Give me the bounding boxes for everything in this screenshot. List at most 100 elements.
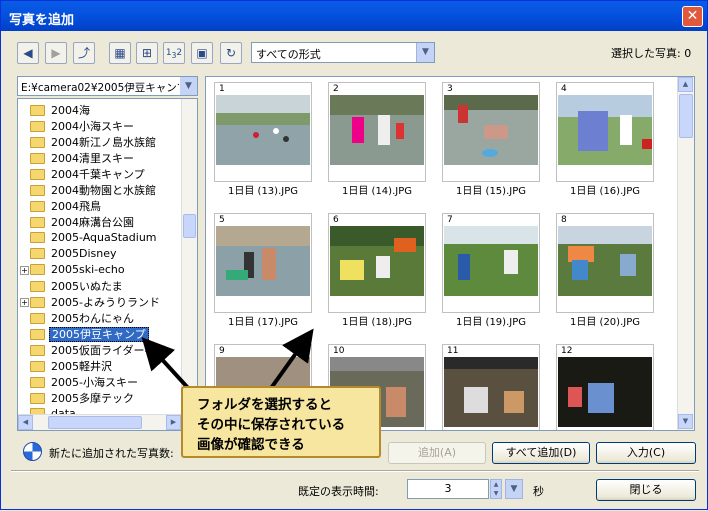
tree-item[interactable]: 2005いぬたま <box>30 278 125 294</box>
photo-number: 12 <box>561 346 573 356</box>
scrollbar-thumb[interactable] <box>48 416 142 429</box>
folder-icon <box>30 280 45 292</box>
view-list-icon[interactable]: ▦ <box>109 42 131 64</box>
photo-thumbnail[interactable]: 11 <box>442 344 540 430</box>
refresh-icon[interactable]: ↻ <box>220 42 242 64</box>
thumbnail-view-icon[interactable]: ▣ <box>191 42 213 64</box>
tree-item-label: 2005-よみうりランド <box>51 296 160 309</box>
duration-stepper[interactable]: ▲ ▼ <box>490 479 502 499</box>
scroll-down-icon[interactable]: ▼ <box>678 414 693 429</box>
add-photos-dialog: 写真を追加 ✕ ◀ ▶ ⤴ ▦ ⊞ 132 ▣ ↻ すべての形式 ▼ 選択した写… <box>0 0 708 510</box>
tree-item[interactable]: 2005Disney <box>30 246 119 262</box>
new-count-label: 新たに追加された写真数: <box>49 447 174 460</box>
photo-image <box>558 357 652 427</box>
scroll-up-icon[interactable]: ▲ <box>678 77 693 92</box>
tree-item[interactable]: 2005-小海スキー <box>30 374 140 390</box>
callout-line: フォルダを選択すると <box>197 397 332 413</box>
tree-item[interactable]: 2004小海スキー <box>30 118 136 134</box>
tree-horizontal-scrollbar[interactable]: ◀ ▶ <box>18 414 182 430</box>
folder-icon <box>30 296 45 308</box>
sort-icon[interactable]: 132 <box>163 42 185 64</box>
tree-item[interactable]: 2005軽井沢 <box>30 358 114 374</box>
tree-item[interactable]: 2005伊豆キャンプ <box>30 326 149 342</box>
tree-item[interactable]: +2005ski-echo <box>20 262 127 278</box>
forward-icon[interactable]: ▶ <box>45 42 67 64</box>
tree-item-label: 2004千葉キャンプ <box>51 168 145 181</box>
photo-image <box>216 226 310 296</box>
tree-item[interactable]: 2004麻溝台公園 <box>30 214 136 230</box>
path-value: E:¥camera02¥2005伊豆キャンプ <box>21 82 179 94</box>
scrollbar-thumb[interactable] <box>679 94 693 138</box>
tree-item-label: 2005-小海スキー <box>51 376 138 389</box>
tree-item[interactable]: +2005-よみうりランド <box>20 294 162 310</box>
expand-icon[interactable]: + <box>20 298 29 307</box>
tree-item-label: 2005多摩テック <box>51 392 134 405</box>
tree-item-label: 2004動物園と水族館 <box>51 184 156 197</box>
add-all-button[interactable]: すべて追加(D) <box>492 442 590 464</box>
tree-item-label: 2004麻溝台公園 <box>51 216 134 229</box>
photo-gallery: 1 1日目 (13).JPG 2 1日目 (14).JPG 3 1日目 (15).JPG 4… <box>205 76 695 431</box>
photo-image <box>444 226 538 296</box>
chevron-down-icon[interactable]: ▼ <box>416 43 434 62</box>
photo-thumbnail[interactable]: 1 <box>214 82 312 182</box>
photo-thumbnail[interactable]: 8 <box>556 213 654 313</box>
photo-thumbnail[interactable]: 7 <box>442 213 540 313</box>
close-icon[interactable]: ✕ <box>682 6 703 27</box>
back-icon[interactable]: ◀ <box>17 42 39 64</box>
folder-icon <box>30 136 45 148</box>
tree-item-label: 2005いぬたま <box>51 280 123 293</box>
tree-item[interactable]: 2004海 <box>30 102 92 118</box>
photo-number: 5 <box>219 215 225 225</box>
photo-thumbnail[interactable]: 3 <box>442 82 540 182</box>
view-tree-icon[interactable]: ⊞ <box>136 42 158 64</box>
photo-thumbnail[interactable]: 4 <box>556 82 654 182</box>
format-value: すべての形式 <box>256 48 321 61</box>
photo-thumbnail[interactable]: 2 <box>328 82 426 182</box>
tree-item-label: 2005ski-echo <box>51 262 125 276</box>
duration-input[interactable]: 3 <box>407 479 489 499</box>
duration-label: 既定の表示時間: <box>298 485 379 498</box>
tree-item[interactable]: 2005-AquaStadium <box>30 230 159 246</box>
add-button[interactable]: 追加(A) <box>388 442 486 464</box>
scroll-left-icon[interactable]: ◀ <box>18 415 33 430</box>
photo-number: 6 <box>333 215 339 225</box>
tree-item[interactable]: 2004清里スキー <box>30 150 136 166</box>
callout-box: フォルダを選択すると その中に保存されている 画像が確認できる <box>181 386 381 458</box>
tree-item-label: 2005-AquaStadium <box>51 230 157 244</box>
tree-item[interactable]: 2005多摩テック <box>30 390 136 406</box>
expand-icon[interactable]: + <box>20 266 29 275</box>
tree-item[interactable]: 2004動物園と水族館 <box>30 182 158 198</box>
gallery-vertical-scrollbar[interactable]: ▲ ▼ <box>677 77 694 430</box>
scrollbar-thumb[interactable] <box>183 214 196 238</box>
tree-item[interactable]: 2004新江ノ島水族館 <box>30 134 158 150</box>
tree-vertical-scrollbar[interactable] <box>181 99 197 414</box>
tree-item-label: 2004海 <box>51 104 90 117</box>
tree-item[interactable]: 2005仮面ライダー響鬼 <box>30 342 169 358</box>
tree-item[interactable]: 2004飛鳥 <box>30 198 103 214</box>
chevron-down-icon[interactable]: ▼ <box>180 77 197 95</box>
photo-number: 7 <box>447 215 453 225</box>
folder-icon <box>30 376 45 388</box>
folder-icon <box>30 120 45 132</box>
photo-number: 11 <box>447 346 459 356</box>
folder-icon <box>30 263 45 275</box>
photo-caption: 1日目 (19).JPG <box>456 317 526 328</box>
up-folder-icon[interactable]: ⤴ <box>73 42 95 64</box>
photo-image <box>558 95 652 165</box>
format-dropdown[interactable]: すべての形式 ▼ <box>251 42 435 63</box>
path-dropdown[interactable]: E:¥camera02¥2005伊豆キャンプ ▼ <box>17 76 198 96</box>
input-button[interactable]: 入力(C) <box>596 442 696 464</box>
tree-item[interactable]: 2004千葉キャンプ <box>30 166 147 182</box>
photo-thumbnail[interactable]: 5 <box>214 213 312 313</box>
tree-item-label: 2005わんにゃん <box>51 312 134 325</box>
scroll-right-icon[interactable]: ▶ <box>166 415 181 430</box>
close-button[interactable]: 閉じる <box>596 479 696 501</box>
selected-count: 選択した写真: 0 <box>611 47 692 60</box>
duration-dropdown[interactable]: ▼ <box>505 479 523 499</box>
photo-thumbnail[interactable]: 12 <box>556 344 654 430</box>
folder-icon <box>30 231 45 243</box>
photo-image <box>330 95 424 165</box>
photo-caption: 1日目 (17).JPG <box>228 317 298 328</box>
photo-thumbnail[interactable]: 6 <box>328 213 426 313</box>
tree-item[interactable]: 2005わんにゃん <box>30 310 136 326</box>
